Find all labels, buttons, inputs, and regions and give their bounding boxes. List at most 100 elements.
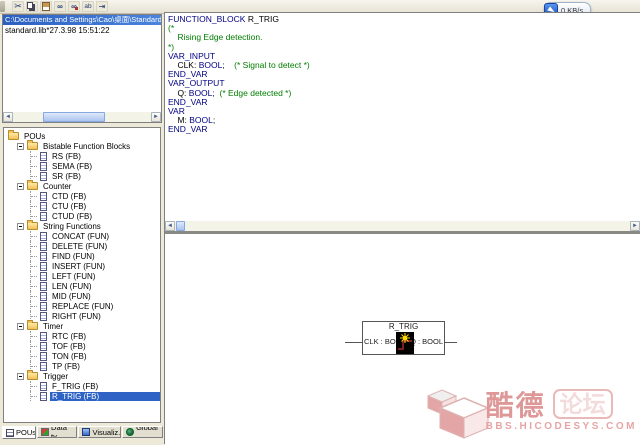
folder-icon xyxy=(27,142,38,150)
replace-icon[interactable] xyxy=(82,1,94,12)
tab-global[interactable]: Global .. xyxy=(122,426,163,438)
collapse-icon[interactable] xyxy=(17,183,24,190)
tree-item-sema-fb[interactable]: SEMA (FB) xyxy=(4,161,160,171)
tab-label: Data ty.. xyxy=(51,426,73,438)
library-entry[interactable]: standard.lib*27.3.98 15:51:22 xyxy=(3,25,161,36)
tree-label: String Functions xyxy=(41,222,103,231)
scroll-right-arrow-icon[interactable]: ► xyxy=(630,221,640,231)
tree-folder-string-functions[interactable]: String Functions xyxy=(4,221,160,231)
scrollbar-track[interactable] xyxy=(13,112,151,122)
tree-item-tof-fb[interactable]: TOF (FB) xyxy=(4,341,160,351)
scroll-right-arrow-icon[interactable]: ► xyxy=(151,112,161,122)
tree-item-find-fun[interactable]: FIND (FUN) xyxy=(4,251,160,261)
code-comment: (* Edge detected *) xyxy=(220,88,292,98)
tree-label: RS (FB) xyxy=(50,152,83,161)
tree-item-rtc-fb[interactable]: RTC (FB) xyxy=(4,331,160,341)
pou-tree: POUsBistable Function BlocksRS (FB)SEMA … xyxy=(3,127,161,423)
folder-icon xyxy=(27,222,38,230)
scroll-left-arrow-icon[interactable]: ◄ xyxy=(3,112,13,122)
tab-visualiz[interactable]: Visualiz.. xyxy=(78,426,121,438)
tree-folder-counter[interactable]: Counter xyxy=(4,181,160,191)
output-pin-label: Q : BOOL xyxy=(410,337,443,346)
tree-label: TOF (FB) xyxy=(50,342,88,351)
tree-label: CTU (FB) xyxy=(50,202,88,211)
find-icon[interactable] xyxy=(54,1,66,12)
code-line: END_VAR xyxy=(168,125,640,134)
library-window-titlebar[interactable]: C:\Documents and Settings\Cao\桌面\Standar… xyxy=(3,15,161,25)
tree-connector xyxy=(30,151,38,161)
tree-item-r-trig-fb[interactable]: R_TRIG (FB) xyxy=(4,391,160,401)
tree-label: REPLACE (FUN) xyxy=(50,302,115,311)
tree-connector xyxy=(30,241,38,251)
library-window: C:\Documents and Settings\Cao\桌面\Standar… xyxy=(2,14,162,123)
collapse-icon[interactable] xyxy=(17,323,24,330)
tab-label: Global .. xyxy=(136,426,159,438)
clipped-icon[interactable] xyxy=(0,1,5,12)
collapse-icon[interactable] xyxy=(17,223,24,230)
pou-document-icon xyxy=(40,392,47,401)
tree-connector xyxy=(30,161,38,171)
tree-item-f-trig-fb[interactable]: F_TRIG (FB) xyxy=(4,381,160,391)
tree-item-insert-fun[interactable]: INSERT (FUN) xyxy=(4,261,160,271)
tree-label: RTC (FB) xyxy=(50,332,88,341)
tree-item-replace-fun[interactable]: REPLACE (FUN) xyxy=(4,301,160,311)
scrollbar-thumb[interactable] xyxy=(43,112,105,122)
tree-item-len-fun[interactable]: LEN (FUN) xyxy=(4,281,160,291)
scroll-left-arrow-icon[interactable]: ◄ xyxy=(165,221,175,231)
pou-document-icon xyxy=(40,152,47,161)
watermark-url: BBS.HICODESYS.COM xyxy=(486,421,637,432)
data-tab-icon xyxy=(41,428,49,436)
tree-item-rs-fb[interactable]: RS (FB) xyxy=(4,151,160,161)
find-next-icon[interactable] xyxy=(68,1,80,12)
tree-item-ton-fb[interactable]: TON (FB) xyxy=(4,351,160,361)
tree-label: R_TRIG (FB) xyxy=(50,392,160,401)
watermark-brand: 酷德 xyxy=(486,384,546,424)
tree-item-ctu-fb[interactable]: CTU (FB) xyxy=(4,201,160,211)
tab-data-ty[interactable]: Data ty.. xyxy=(37,426,77,438)
codesys-library-manager: { "toolbar": { "icons": ["cut", "copy", … xyxy=(0,0,640,444)
function-block-rtrig[interactable]: R_TRIG CLK : BOOL Q : BOOL xyxy=(362,321,445,355)
tree-label: POUs xyxy=(22,132,47,141)
editor-pane: FUNCTION_BLOCK R_TRIG(* Rising Edge dete… xyxy=(164,12,640,444)
paste-icon[interactable] xyxy=(40,1,52,12)
pou-document-icon xyxy=(40,332,47,341)
collapse-icon[interactable] xyxy=(17,143,24,150)
tree-connector xyxy=(30,341,38,351)
code-text: ; xyxy=(213,115,215,125)
pou-document-icon xyxy=(40,252,47,261)
declaration-editor[interactable]: FUNCTION_BLOCK R_TRIG(* Rising Edge dete… xyxy=(165,13,640,221)
tree-item-delete-fun[interactable]: DELETE (FUN) xyxy=(4,241,160,251)
tree-connector xyxy=(30,231,38,241)
scrollbar-track[interactable] xyxy=(175,221,630,231)
tree-folder-bistable-function-blocks[interactable]: Bistable Function Blocks xyxy=(4,141,160,151)
tree-item-mid-fun[interactable]: MID (FUN) xyxy=(4,291,160,301)
tree-item-concat-fun[interactable]: CONCAT (FUN) xyxy=(4,231,160,241)
code-line: END_VAR xyxy=(168,98,640,107)
code-text: ; xyxy=(222,60,234,70)
pou-document-icon xyxy=(40,172,47,181)
pou-document-icon xyxy=(40,362,47,371)
scrollbar-thumb[interactable] xyxy=(176,221,185,231)
tab-pous[interactable]: POUs xyxy=(2,426,36,439)
collapse-icon[interactable] xyxy=(17,373,24,380)
goto-icon[interactable] xyxy=(96,1,108,12)
code-text: R_TRIG xyxy=(245,14,279,24)
tree-label: Counter xyxy=(41,182,73,191)
output-pin-line xyxy=(444,342,457,343)
body-editor[interactable]: R_TRIG CLK : BOOL Q : BOOL xyxy=(165,234,640,445)
tree-item-ctd-fb[interactable]: CTD (FB) xyxy=(4,191,160,201)
pou-document-icon xyxy=(40,242,47,251)
tree-folder-trigger[interactable]: Trigger xyxy=(4,371,160,381)
code-line: CLK: BOOL; (* Signal to detect *) xyxy=(168,61,640,70)
copy-icon[interactable] xyxy=(26,1,38,12)
tree-folder-timer[interactable]: Timer xyxy=(4,321,160,331)
cut-icon[interactable] xyxy=(12,1,24,12)
pou-document-icon xyxy=(40,202,47,211)
pou-document-icon xyxy=(40,192,47,201)
tree-connector xyxy=(30,261,38,271)
tree-item-left-fun[interactable]: LEFT (FUN) xyxy=(4,271,160,281)
tree-label: INSERT (FUN) xyxy=(50,262,107,271)
tree-connector xyxy=(30,351,38,361)
pou-document-icon xyxy=(40,382,47,391)
code-line: Q: BOOL; (* Edge detected *) xyxy=(168,89,640,98)
